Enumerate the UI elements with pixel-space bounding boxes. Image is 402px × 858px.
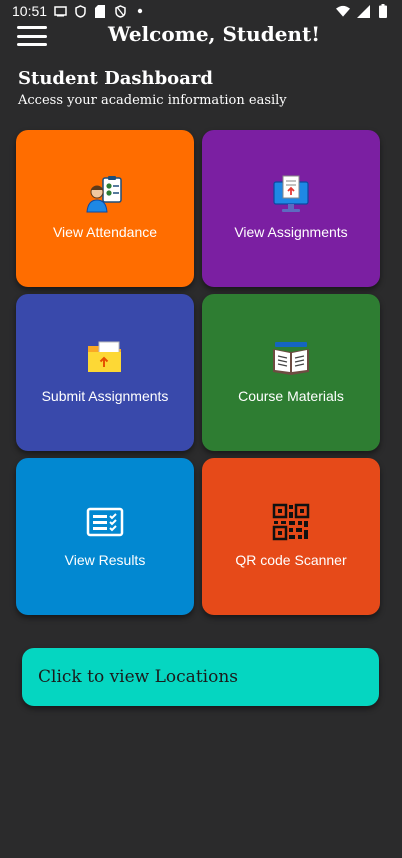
view-locations-button[interactable]: Click to view Locations	[22, 648, 379, 706]
page-title: Welcome, Student!	[108, 22, 320, 46]
assignments-monitor-icon	[271, 174, 311, 214]
tile-qr-code-scanner[interactable]: QR code Scanner	[202, 458, 380, 615]
checklist-icon	[85, 502, 125, 542]
open-book-icon	[271, 338, 311, 378]
tile-label: View Assignments	[234, 224, 348, 240]
attendance-icon	[85, 174, 125, 214]
tile-label: Course Materials	[238, 388, 344, 404]
tile-view-assignments[interactable]: View Assignments	[202, 130, 380, 287]
tile-course-materials[interactable]: Course Materials	[202, 294, 380, 451]
tile-label: View Results	[64, 552, 146, 568]
tile-view-attendance[interactable]: View Attendance	[16, 130, 194, 287]
view-locations-label: Click to view Locations	[38, 667, 238, 687]
dashboard-subtitle: Access your academic information easily	[18, 93, 287, 108]
app-bar: Welcome, Student!	[0, 14, 402, 56]
folder-upload-icon	[85, 338, 125, 378]
tile-submit-assignments[interactable]: Submit Assignments	[16, 294, 194, 451]
tile-label: QR code Scanner	[235, 552, 347, 568]
hamburger-menu-icon[interactable]	[17, 26, 47, 46]
tile-view-results[interactable]: View Results	[16, 458, 194, 615]
tile-label: View Attendance	[52, 224, 158, 240]
qr-code-icon	[271, 502, 311, 542]
tile-label: Submit Assignments	[41, 388, 169, 404]
dashboard-title: Student Dashboard	[18, 68, 213, 89]
